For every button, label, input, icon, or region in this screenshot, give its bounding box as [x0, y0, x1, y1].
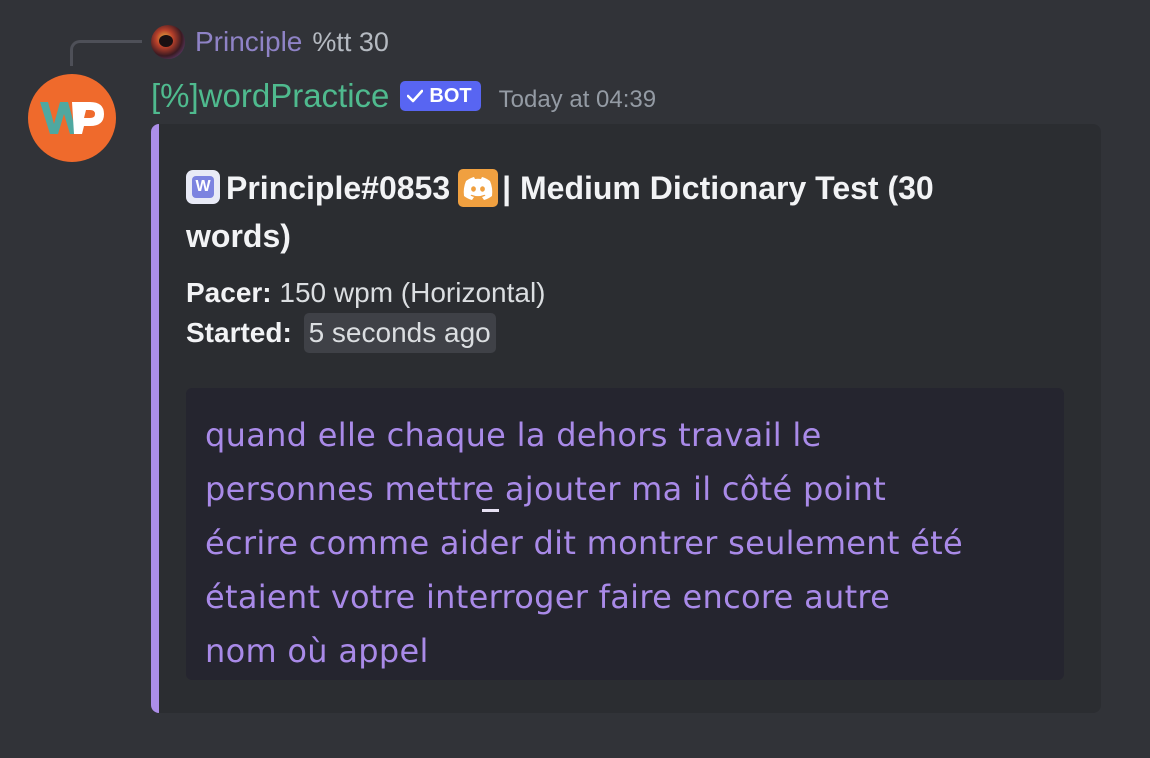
wp-logo-icon: [40, 102, 104, 134]
test-line: quand elle chaque la dehors travail le: [205, 416, 822, 454]
embed-title-user: Principle#0853: [226, 170, 451, 206]
discord-message-view: Principle %tt 30 [%]wordPractice BOT Tod…: [0, 0, 1150, 758]
pacer-value: 150 wpm (Horizontal): [279, 277, 546, 308]
bot-username[interactable]: [%]wordPractice: [151, 76, 389, 116]
test-line: personnes mettre ajouter ma il côté poin…: [205, 470, 887, 508]
test-line: nom où appel: [205, 632, 429, 670]
reply-content[interactable]: %tt 30: [312, 25, 389, 59]
message-timestamp[interactable]: Today at 04:39: [499, 86, 656, 114]
started-field: Started: 5 seconds ago: [186, 313, 496, 353]
pacer-label: Pacer:: [186, 277, 272, 308]
wordpractice-w-icon: W: [186, 170, 220, 204]
bot-tag: BOT: [400, 81, 481, 111]
bot-tag-label: BOT: [429, 84, 472, 107]
bot-avatar[interactable]: [28, 74, 116, 162]
test-line: écrire comme aider dit montrer seulement…: [205, 524, 964, 562]
embed-title: W Principle#0853 | Medium Dictionary Test …: [186, 164, 1016, 260]
pacer-field: Pacer: 150 wpm (Horizontal): [186, 273, 546, 313]
message-header: [%]wordPractice BOT Today at 04:39: [151, 76, 656, 116]
embed: W Principle#0853 | Medium Dictionary Test …: [151, 124, 1101, 713]
checkmark-icon: [407, 89, 424, 103]
embed-accent-bar: [151, 124, 159, 713]
reply-avatar[interactable]: [151, 25, 185, 59]
typing-test-text: quand elle chaque la dehors travail le p…: [205, 408, 1055, 678]
reply-spine: [70, 40, 142, 66]
pacer-cursor: [482, 509, 499, 512]
test-line: étaient votre interroger faire encore au…: [205, 578, 891, 616]
started-label: Started:: [186, 317, 292, 348]
reply-author[interactable]: Principle: [195, 25, 302, 59]
started-timestamp[interactable]: 5 seconds ago: [303, 313, 496, 353]
typing-test-image[interactable]: quand elle chaque la dehors travail le p…: [186, 388, 1064, 680]
discord-icon: [458, 169, 499, 207]
reply-preview[interactable]: Principle %tt 30: [151, 25, 389, 59]
